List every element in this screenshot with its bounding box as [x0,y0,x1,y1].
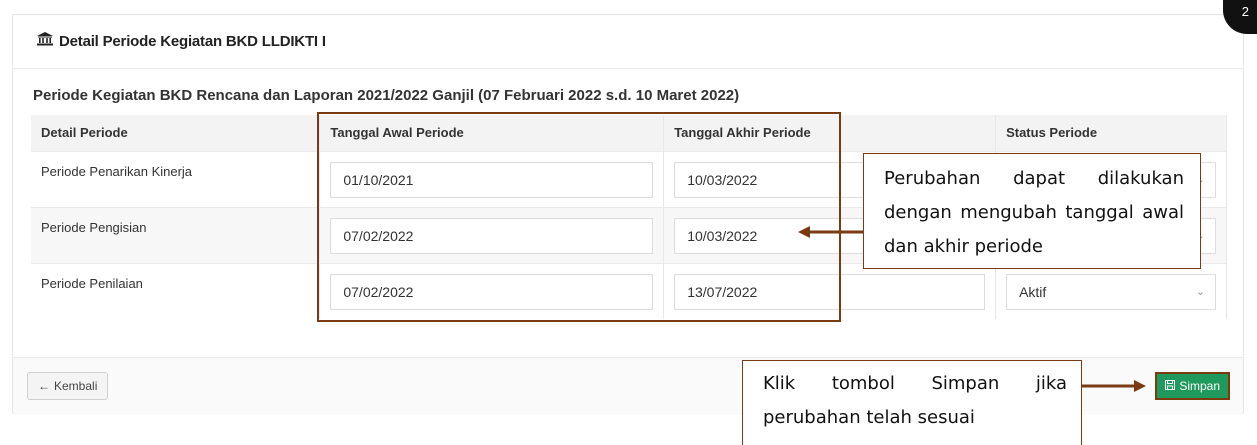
back-button-label: Kembali [54,379,98,393]
row-label: Periode Penilaian [31,262,321,319]
column-header: Detail Periode [31,115,321,151]
status-value: Aktif [1019,283,1047,300]
save-button[interactable]: Simpan [1155,372,1230,400]
card-header: Detail Periode Kegiatan BKD LLDIKTI I [13,15,1243,69]
back-button[interactable]: ← Kembali [27,372,109,400]
edit-hint-callout: Perubahan dapat dilakukan dengan menguba… [863,153,1201,269]
row-label: Periode Pengisian [31,206,321,263]
row-label: Periode Penarikan Kinerja [31,150,321,207]
save-button-label: Simpan [1179,379,1220,393]
status-select[interactable]: Aktif ⌄ [1006,273,1216,310]
floppy-disk-icon [1165,379,1176,393]
arrow-left-icon: ← [38,379,50,393]
column-header: Status Periode [995,115,1227,151]
edit-hint-arrow [798,226,864,238]
date-columns-highlight [317,112,841,322]
section-title: Periode Kegiatan BKD Rencana dan Laporan… [33,87,740,104]
save-hint-arrow [1082,380,1146,392]
page-title: Detail Periode Kegiatan BKD LLDIKTI I [59,33,326,50]
save-hint-callout: Klik tombol Simpan jika perubahan telah … [742,360,1082,445]
bank-icon [37,32,53,51]
chevron-down-icon: ⌄ [1195,286,1205,298]
page: Detail Periode Kegiatan BKD LLDIKTI I Pe… [0,0,1257,445]
